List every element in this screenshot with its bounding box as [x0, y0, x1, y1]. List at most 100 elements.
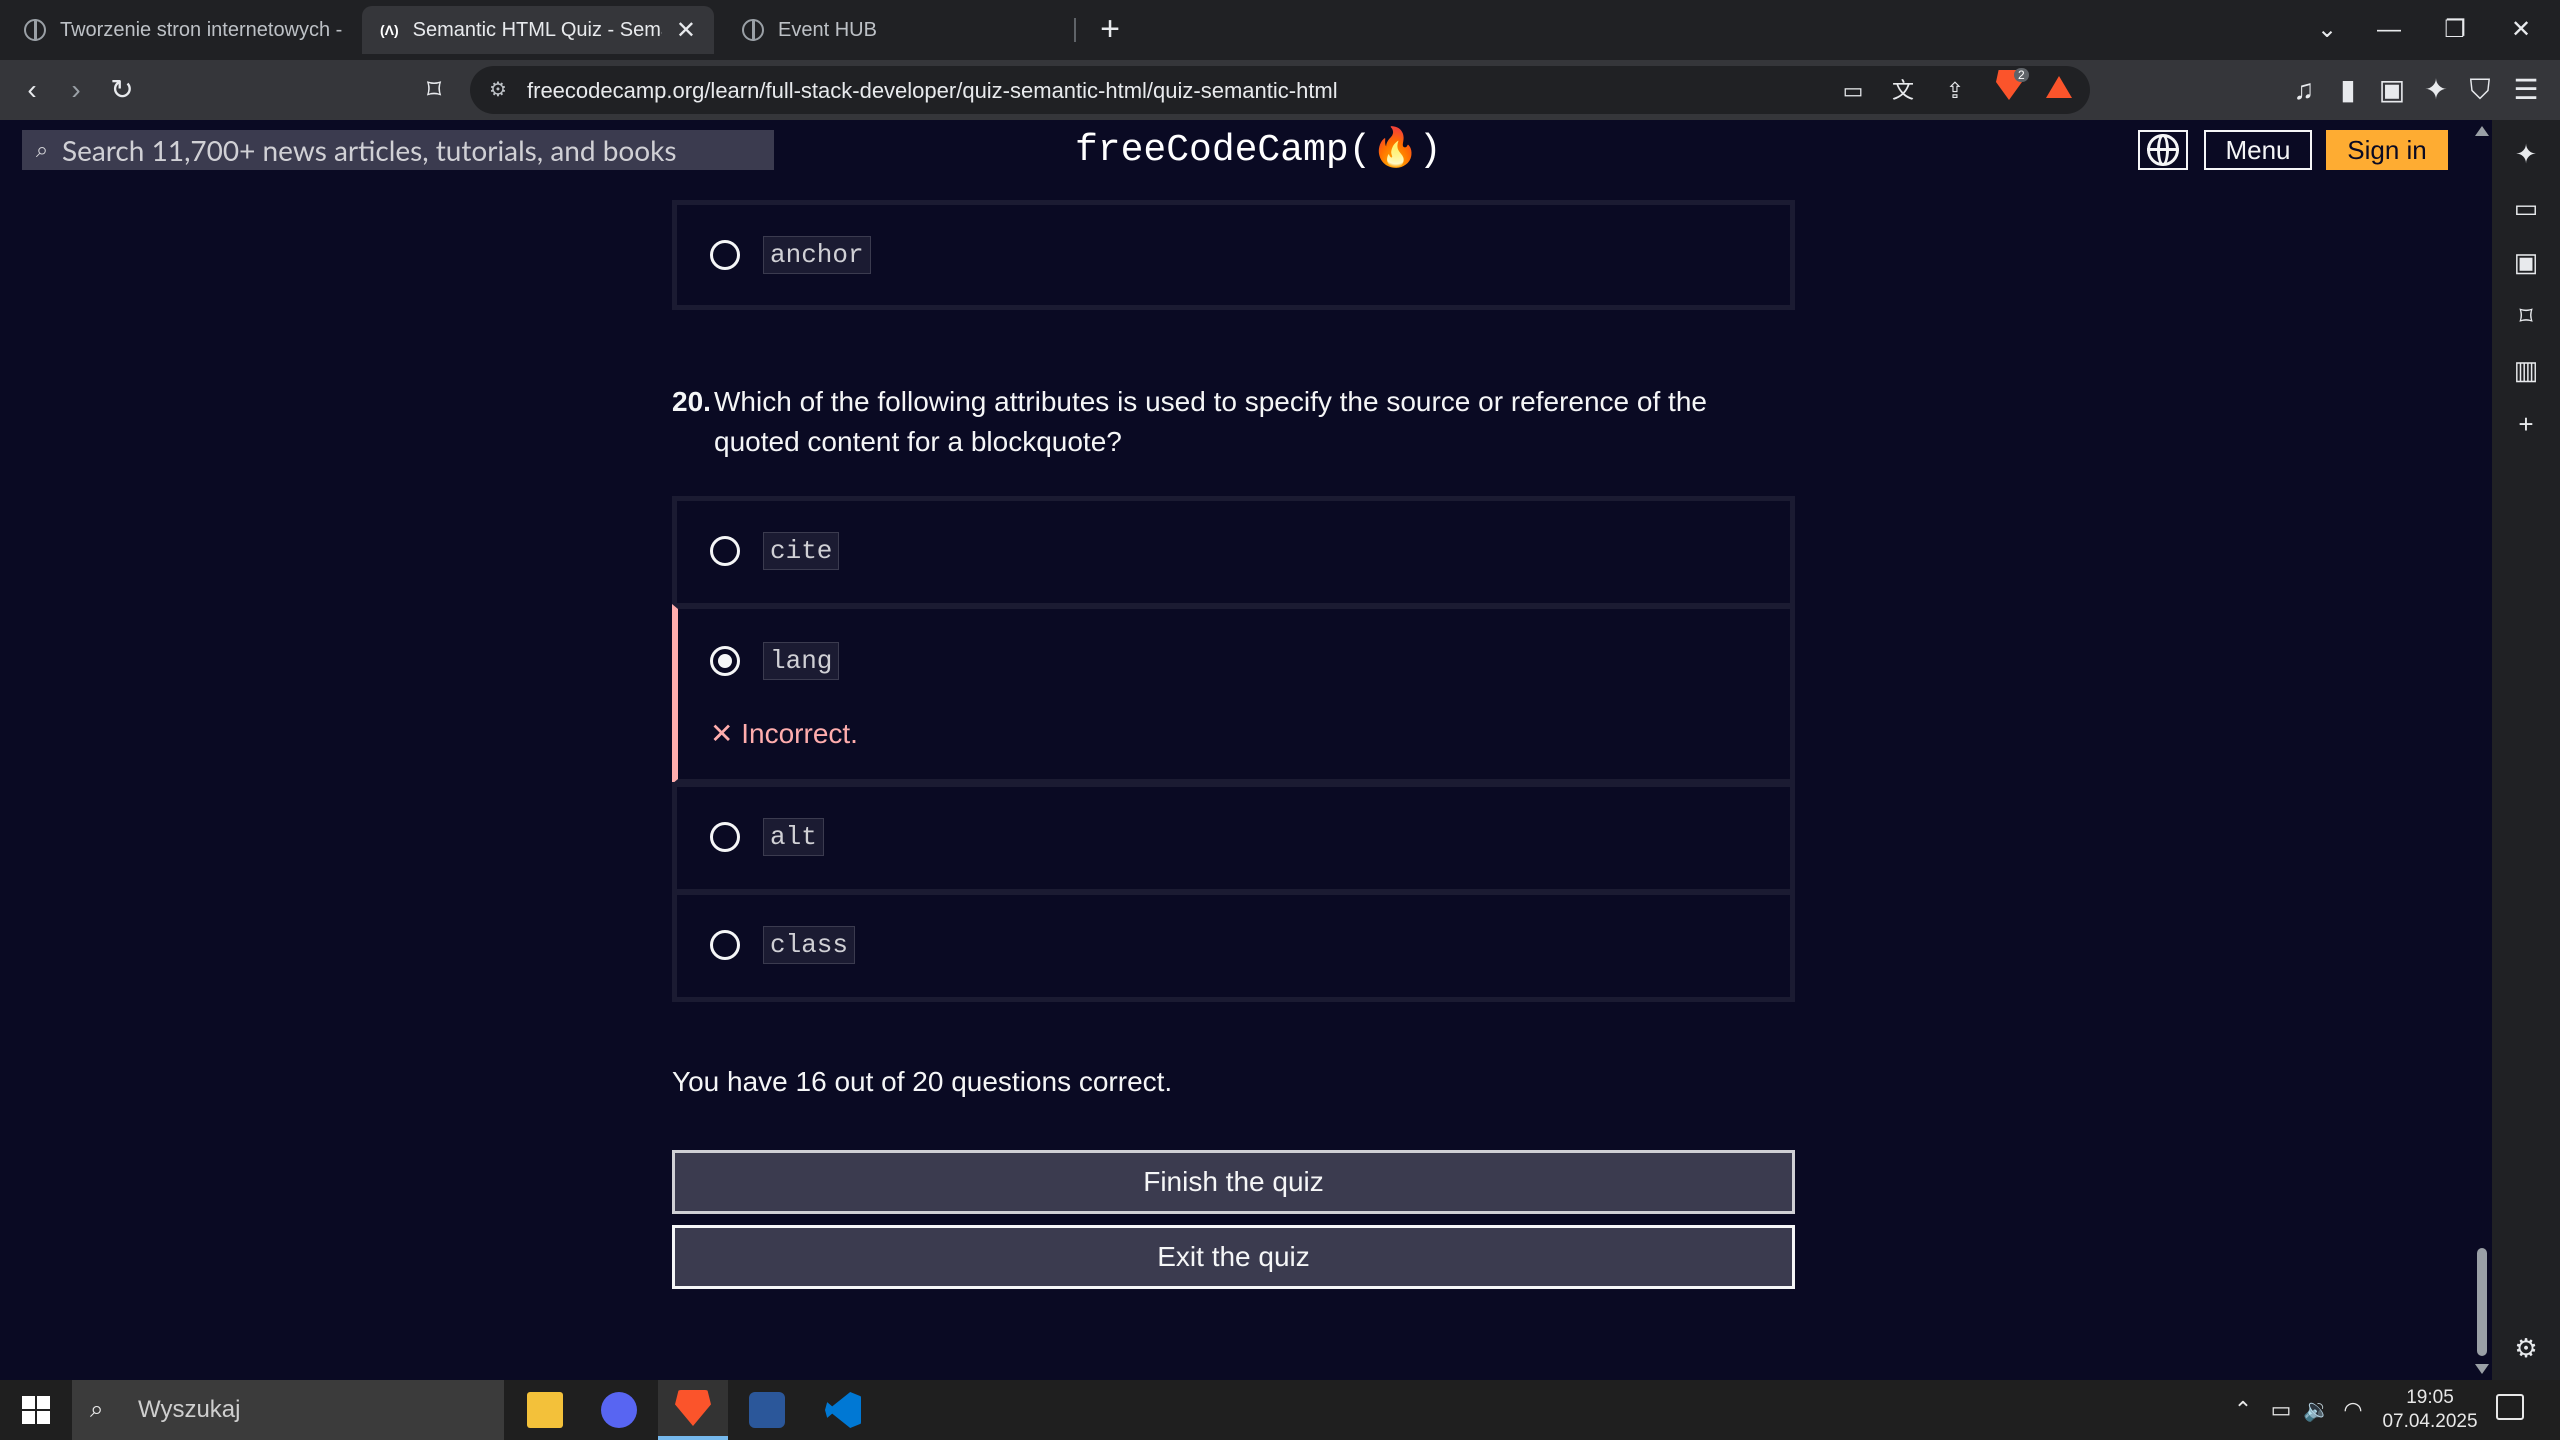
music-icon[interactable]: ♫ [2284, 70, 2324, 110]
question-20: 20. Which of the following attributes is… [672, 382, 1795, 462]
back-icon[interactable]: ‹ [12, 70, 52, 110]
translate-icon[interactable]: 文 [1886, 74, 1920, 108]
vscode-icon[interactable] [808, 1380, 878, 1440]
tab-title: Event HUB [778, 18, 877, 41]
forward-icon[interactable]: › [56, 70, 96, 110]
restore-icon[interactable]: ❐ [2422, 0, 2488, 60]
fcc-search-box[interactable]: ⌕ [22, 130, 774, 170]
fcc-search-input[interactable] [62, 133, 762, 167]
radio-button[interactable] [710, 822, 740, 852]
taskbar-search-placeholder: Wyszukaj [138, 1396, 241, 1423]
globe-icon [2147, 134, 2179, 166]
page-scrollbar[interactable] [2472, 120, 2492, 1380]
discord-icon[interactable] [584, 1380, 654, 1440]
radio-button[interactable] [710, 240, 740, 270]
language-globe-button[interactable] [2138, 130, 2188, 170]
bookmarks-icon[interactable]: ⌑ [2506, 296, 2546, 336]
tab-tworzenie[interactable]: Tworzenie stron internetowych - Un [6, 6, 360, 54]
radio-button-checked[interactable] [710, 646, 740, 676]
address-url[interactable]: freecodecamp.org/learn/full-stack-develo… [527, 78, 1338, 104]
web-page: ⌕ freeCodeCamp(🔥) Menu Sign in anchor 20… [0, 120, 2472, 1380]
taskbar-search[interactable]: ⌕ Wyszukaj [72, 1380, 504, 1440]
notifications-icon[interactable] [2496, 1394, 2524, 1420]
tab-semantic-html-quiz[interactable]: (Λ) Semantic HTML Quiz - Semanti ✕ [362, 6, 714, 54]
site-settings-icon[interactable]: ⚙ [482, 74, 514, 106]
freecodecamp-favicon: (Λ) [380, 22, 399, 38]
fcc-navbar: ⌕ freeCodeCamp(🔥) Menu Sign in [0, 120, 2472, 178]
close-tab-icon[interactable]: ✕ [676, 16, 696, 45]
brave-rewards-icon[interactable] [2046, 76, 2072, 98]
option-class[interactable]: class [672, 890, 1795, 1002]
search-icon: ⌕ [90, 1396, 104, 1423]
cast-icon[interactable]: ▭ [1836, 74, 1870, 108]
finish-quiz-button[interactable]: Finish the quiz [672, 1150, 1795, 1214]
settings-gear-icon[interactable]: ⚙ [2506, 1328, 2546, 1368]
option-code: class [763, 926, 856, 964]
browser-tab-strip: Tworzenie stron internetowych - Un (Λ) S… [0, 0, 2560, 60]
brave-browser-icon[interactable] [658, 1380, 728, 1440]
reload-icon[interactable]: ↻ [102, 70, 142, 110]
share-icon[interactable]: ⇪ [1938, 74, 1972, 108]
wallet-icon[interactable]: ▣ [2506, 242, 2546, 282]
question-text: Which of the following attributes is use… [714, 386, 1707, 457]
word-icon[interactable] [732, 1380, 802, 1440]
clock-time: 19:05 [2406, 1387, 2454, 1408]
wifi-icon[interactable]: ◠ [2338, 1380, 2368, 1440]
search-icon: ⌕ [35, 137, 49, 162]
minimize-icon[interactable]: — [2356, 0, 2422, 60]
sidebar-toggle-icon[interactable]: ▮ [2328, 70, 2368, 110]
radio-button[interactable] [710, 536, 740, 566]
option-alt[interactable]: alt [672, 782, 1795, 894]
tab-title: Tworzenie stron internetowych - Un [60, 18, 342, 41]
volume-icon[interactable]: 🔉 [2302, 1380, 2332, 1440]
file-explorer-icon[interactable] [510, 1380, 580, 1440]
close-window-icon[interactable]: ✕ [2488, 0, 2554, 60]
show-hidden-icons-chevron-icon[interactable]: ⌃ [2228, 1380, 2258, 1440]
question-number: 20. [672, 386, 711, 417]
app-menu-icon[interactable]: ☰ [2506, 70, 2546, 110]
browser-toolbar: ‹ › ↻ ⌑ ⚙ freecodecamp.org/learn/full-st… [0, 60, 2560, 120]
new-tab-button[interactable]: + [1090, 10, 1130, 49]
address-bar[interactable]: ⚙ freecodecamp.org/learn/full-stack-deve… [470, 66, 2090, 114]
tab-title: Semantic HTML Quiz - Semanti [412, 18, 662, 41]
incorrect-feedback: ✕ Incorrect. [710, 717, 858, 750]
leo-ai-icon[interactable]: ✦ [2416, 70, 2456, 110]
sign-in-button[interactable]: Sign in [2326, 130, 2448, 170]
feedback-text: Incorrect. [741, 718, 858, 749]
scroll-up-arrow-icon[interactable] [2475, 126, 2489, 136]
tab-event-hub[interactable]: Event HUB [724, 6, 1064, 54]
globe-icon [24, 19, 46, 41]
option-code: alt [763, 818, 824, 856]
menu-button[interactable]: Menu [2204, 130, 2312, 170]
browser-sidebar: ✦ ▭ ▣ ⌑ ▥ + ⚙ [2492, 120, 2560, 1380]
exit-quiz-button[interactable]: Exit the quiz [672, 1225, 1795, 1289]
globe-icon [742, 19, 764, 41]
clock-date: 07.04.2025 [2382, 1411, 2478, 1432]
option-code: lang [763, 642, 840, 680]
option-code: anchor [763, 236, 871, 274]
fcc-logo[interactable]: freeCodeCamp(🔥) [1075, 126, 1442, 172]
bookmark-icon[interactable]: ⌑ [414, 70, 454, 110]
option-lang-selected[interactable]: lang ✕ Incorrect. [672, 604, 1795, 784]
wallet-icon[interactable]: ▣ [2372, 70, 2412, 110]
scroll-down-arrow-icon[interactable] [2475, 1364, 2489, 1374]
vpn-icon[interactable]: ⛉ [2460, 70, 2500, 110]
add-panel-icon[interactable]: + [2506, 404, 2546, 444]
reading-list-icon[interactable]: ▥ [2506, 350, 2546, 390]
option-code: cite [763, 532, 840, 570]
tab-search-chevron-icon[interactable]: ⌄ [2294, 0, 2360, 60]
scroll-thumb[interactable] [2477, 1248, 2487, 1356]
windows-taskbar: ⌕ Wyszukaj ⌃ ▭ 🔉 ◠ 19:05 07.04.2025 [0, 1380, 2560, 1440]
option-cite[interactable]: cite [672, 496, 1795, 608]
tab-separator [1074, 18, 1076, 42]
brave-talk-icon[interactable]: ▭ [2506, 188, 2546, 228]
windows-start-icon[interactable] [22, 1396, 50, 1424]
battery-icon[interactable]: ▭ [2266, 1380, 2296, 1440]
option-anchor[interactable]: anchor [672, 200, 1795, 310]
brave-shields-count: 2 [2014, 68, 2029, 82]
leo-ai-icon[interactable]: ✦ [2506, 134, 2546, 174]
radio-button[interactable] [710, 930, 740, 960]
x-icon: ✕ [710, 718, 734, 749]
taskbar-clock[interactable]: 19:05 07.04.2025 [2370, 1386, 2490, 1434]
score-text: You have 16 out of 20 questions correct. [672, 1066, 1173, 1097]
